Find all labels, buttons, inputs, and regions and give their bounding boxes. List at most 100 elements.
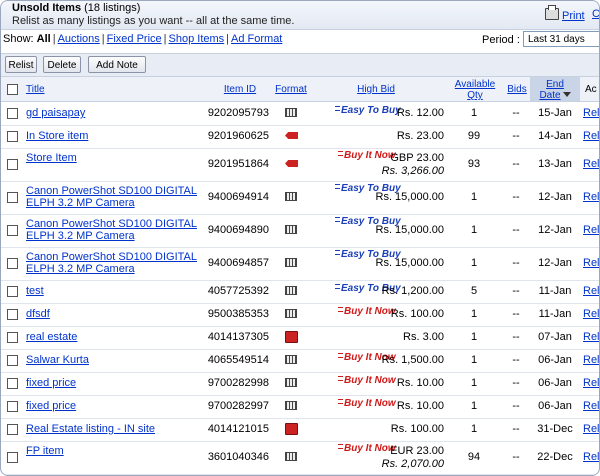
col-format[interactable]: Format	[271, 84, 311, 95]
row-checkbox[interactable]	[7, 159, 18, 170]
item-title[interactable]: gd paisapay	[26, 107, 211, 119]
item-title-line1[interactable]: test	[26, 285, 44, 297]
row-checkbox[interactable]	[7, 332, 18, 343]
relist-link[interactable]: Relis	[583, 377, 599, 389]
printer-icon[interactable]	[545, 5, 559, 20]
relist-link[interactable]: Relis	[583, 400, 599, 412]
filter-all[interactable]: All	[37, 33, 51, 45]
row-checkbox[interactable]	[7, 108, 18, 119]
relist-link[interactable]: Relis	[583, 308, 599, 320]
item-title-line1[interactable]: Canon PowerShot SD100 DIGITAL	[26, 218, 197, 230]
delete-button[interactable]: Delete	[43, 56, 81, 73]
table-row: Salwar Kurta 4065549514 Buy It Now Rs. 1,50…	[1, 349, 599, 373]
item-title-line1[interactable]: FP item	[26, 445, 64, 457]
col-available-qty[interactable]: Available Qty	[448, 79, 502, 101]
action-toolbar: Relist Delete Add Note	[1, 53, 599, 77]
item-title-line1[interactable]: real estate	[26, 331, 77, 343]
row-checkbox[interactable]	[7, 192, 18, 203]
item-title[interactable]: test	[26, 285, 211, 297]
item-title-line1[interactable]: dfsdf	[26, 308, 50, 320]
item-title[interactable]: Real Estate listing - IN site	[26, 423, 211, 435]
print-link[interactable]: Print	[562, 10, 585, 22]
item-title[interactable]: Canon PowerShot SD100 DIGITAL ELPH 3.2 MP…	[26, 218, 211, 242]
col-bids[interactable]: Bids	[505, 84, 529, 95]
relist-link[interactable]: Relis	[583, 331, 599, 343]
item-title-line2[interactable]: ELPH 3.2 MP Camera	[26, 263, 135, 275]
item-title-line1[interactable]: fixed price	[26, 400, 76, 412]
filter-ad-format[interactable]: Ad Format	[231, 33, 282, 45]
relist-link[interactable]: Relis	[583, 257, 599, 269]
row-checkbox[interactable]	[7, 355, 18, 366]
col-item-id[interactable]: Item ID	[214, 84, 266, 95]
row-checkbox[interactable]	[7, 401, 18, 412]
item-title[interactable]: FP item	[26, 445, 211, 457]
row-checkbox[interactable]	[7, 424, 18, 435]
store-tag-icon	[285, 132, 298, 139]
col-available-qty-line1[interactable]: Available	[455, 79, 495, 90]
relist-link[interactable]: Relis	[583, 423, 599, 435]
item-title-line1[interactable]: Canon PowerShot SD100 DIGITAL	[26, 185, 197, 197]
add-note-button[interactable]: Add Note	[88, 56, 146, 73]
row-checkbox[interactable]	[7, 309, 18, 320]
customize-link[interactable]: C	[592, 8, 599, 20]
relist-link[interactable]: Relis	[583, 158, 599, 170]
end-date: 12-Jan	[538, 224, 572, 236]
row-checkbox[interactable]	[7, 225, 18, 236]
relist-link[interactable]: Relis	[583, 451, 599, 463]
fixed-price-icon	[285, 286, 297, 295]
page-header: Unsold Items (18 listings) Relist as man…	[1, 1, 599, 30]
col-high-bid[interactable]: High Bid	[346, 84, 406, 95]
item-title-line2[interactable]: ELPH 3.2 MP Camera	[26, 230, 135, 242]
row-checkbox[interactable]	[7, 452, 18, 463]
row-checkbox[interactable]	[7, 378, 18, 389]
logo-mark-icon	[335, 217, 340, 222]
relist-link[interactable]: Relis	[583, 107, 599, 119]
col-end-date[interactable]: End Date	[532, 79, 578, 101]
row-checkbox[interactable]	[7, 258, 18, 269]
filter-shop-items[interactable]: Shop Items	[169, 33, 225, 45]
item-id: 9400694857	[207, 257, 269, 269]
relist-link[interactable]: Relis	[583, 354, 599, 366]
item-title[interactable]: Canon PowerShot SD100 DIGITAL ELPH 3.2 MP…	[26, 185, 211, 209]
table-row: Canon PowerShot SD100 DIGITAL ELPH 3.2 MP…	[1, 214, 599, 248]
col-end-date-line2[interactable]: Date	[539, 90, 560, 101]
row-checkbox[interactable]	[7, 131, 18, 142]
end-date: 13-Jan	[538, 158, 572, 170]
item-title[interactable]: fixed price	[26, 400, 211, 412]
print-link-wrap[interactable]: Print	[545, 5, 585, 22]
item-title[interactable]: Salwar Kurta	[26, 354, 211, 366]
high-bid: Rs. 1,200.00	[381, 285, 444, 297]
relist-button[interactable]: Relist	[5, 56, 37, 73]
col-available-qty-line2[interactable]: Qty	[467, 90, 483, 101]
item-title-line1[interactable]: Store Item	[26, 152, 77, 164]
item-title[interactable]: Canon PowerShot SD100 DIGITAL ELPH 3.2 MP…	[26, 251, 211, 275]
bid-count: --	[512, 158, 520, 170]
item-title[interactable]: real estate	[26, 331, 211, 343]
available-qty: 1	[470, 331, 478, 343]
relist-link[interactable]: Relis	[583, 191, 599, 203]
item-title-line1[interactable]: Real Estate listing - IN site	[26, 423, 155, 435]
item-title-line1[interactable]: Canon PowerShot SD100 DIGITAL	[26, 251, 197, 263]
col-title[interactable]: Title	[26, 84, 45, 95]
period-select[interactable]: Last 31 days	[523, 31, 599, 47]
converted-price: Rs. 2,070.00	[381, 458, 444, 470]
item-title-line1[interactable]: gd paisapay	[26, 107, 85, 119]
item-title[interactable]: dfsdf	[26, 308, 211, 320]
item-title-line2[interactable]: ELPH 3.2 MP Camera	[26, 197, 135, 209]
item-title[interactable]: Store Item	[26, 152, 211, 164]
relist-link[interactable]: Relis	[583, 130, 599, 142]
item-title[interactable]: fixed price	[26, 377, 211, 389]
item-title-line1[interactable]: fixed price	[26, 377, 76, 389]
filter-auctions[interactable]: Auctions	[58, 33, 100, 45]
filter-fixed-price[interactable]: Fixed Price	[107, 33, 162, 45]
relist-link[interactable]: Relis	[583, 224, 599, 236]
col-end-date-line1[interactable]: End	[546, 79, 564, 90]
row-checkbox[interactable]	[7, 286, 18, 297]
relist-link[interactable]: Relis	[583, 285, 599, 297]
item-title-line1[interactable]: In Store item	[26, 130, 88, 142]
select-all-checkbox[interactable]	[7, 84, 18, 95]
item-title[interactable]: In Store item	[26, 130, 211, 142]
fixed-price-icon	[285, 401, 297, 410]
item-title-line1[interactable]: Salwar Kurta	[26, 354, 89, 366]
high-bid: Rs. 15,000.00	[375, 257, 445, 269]
